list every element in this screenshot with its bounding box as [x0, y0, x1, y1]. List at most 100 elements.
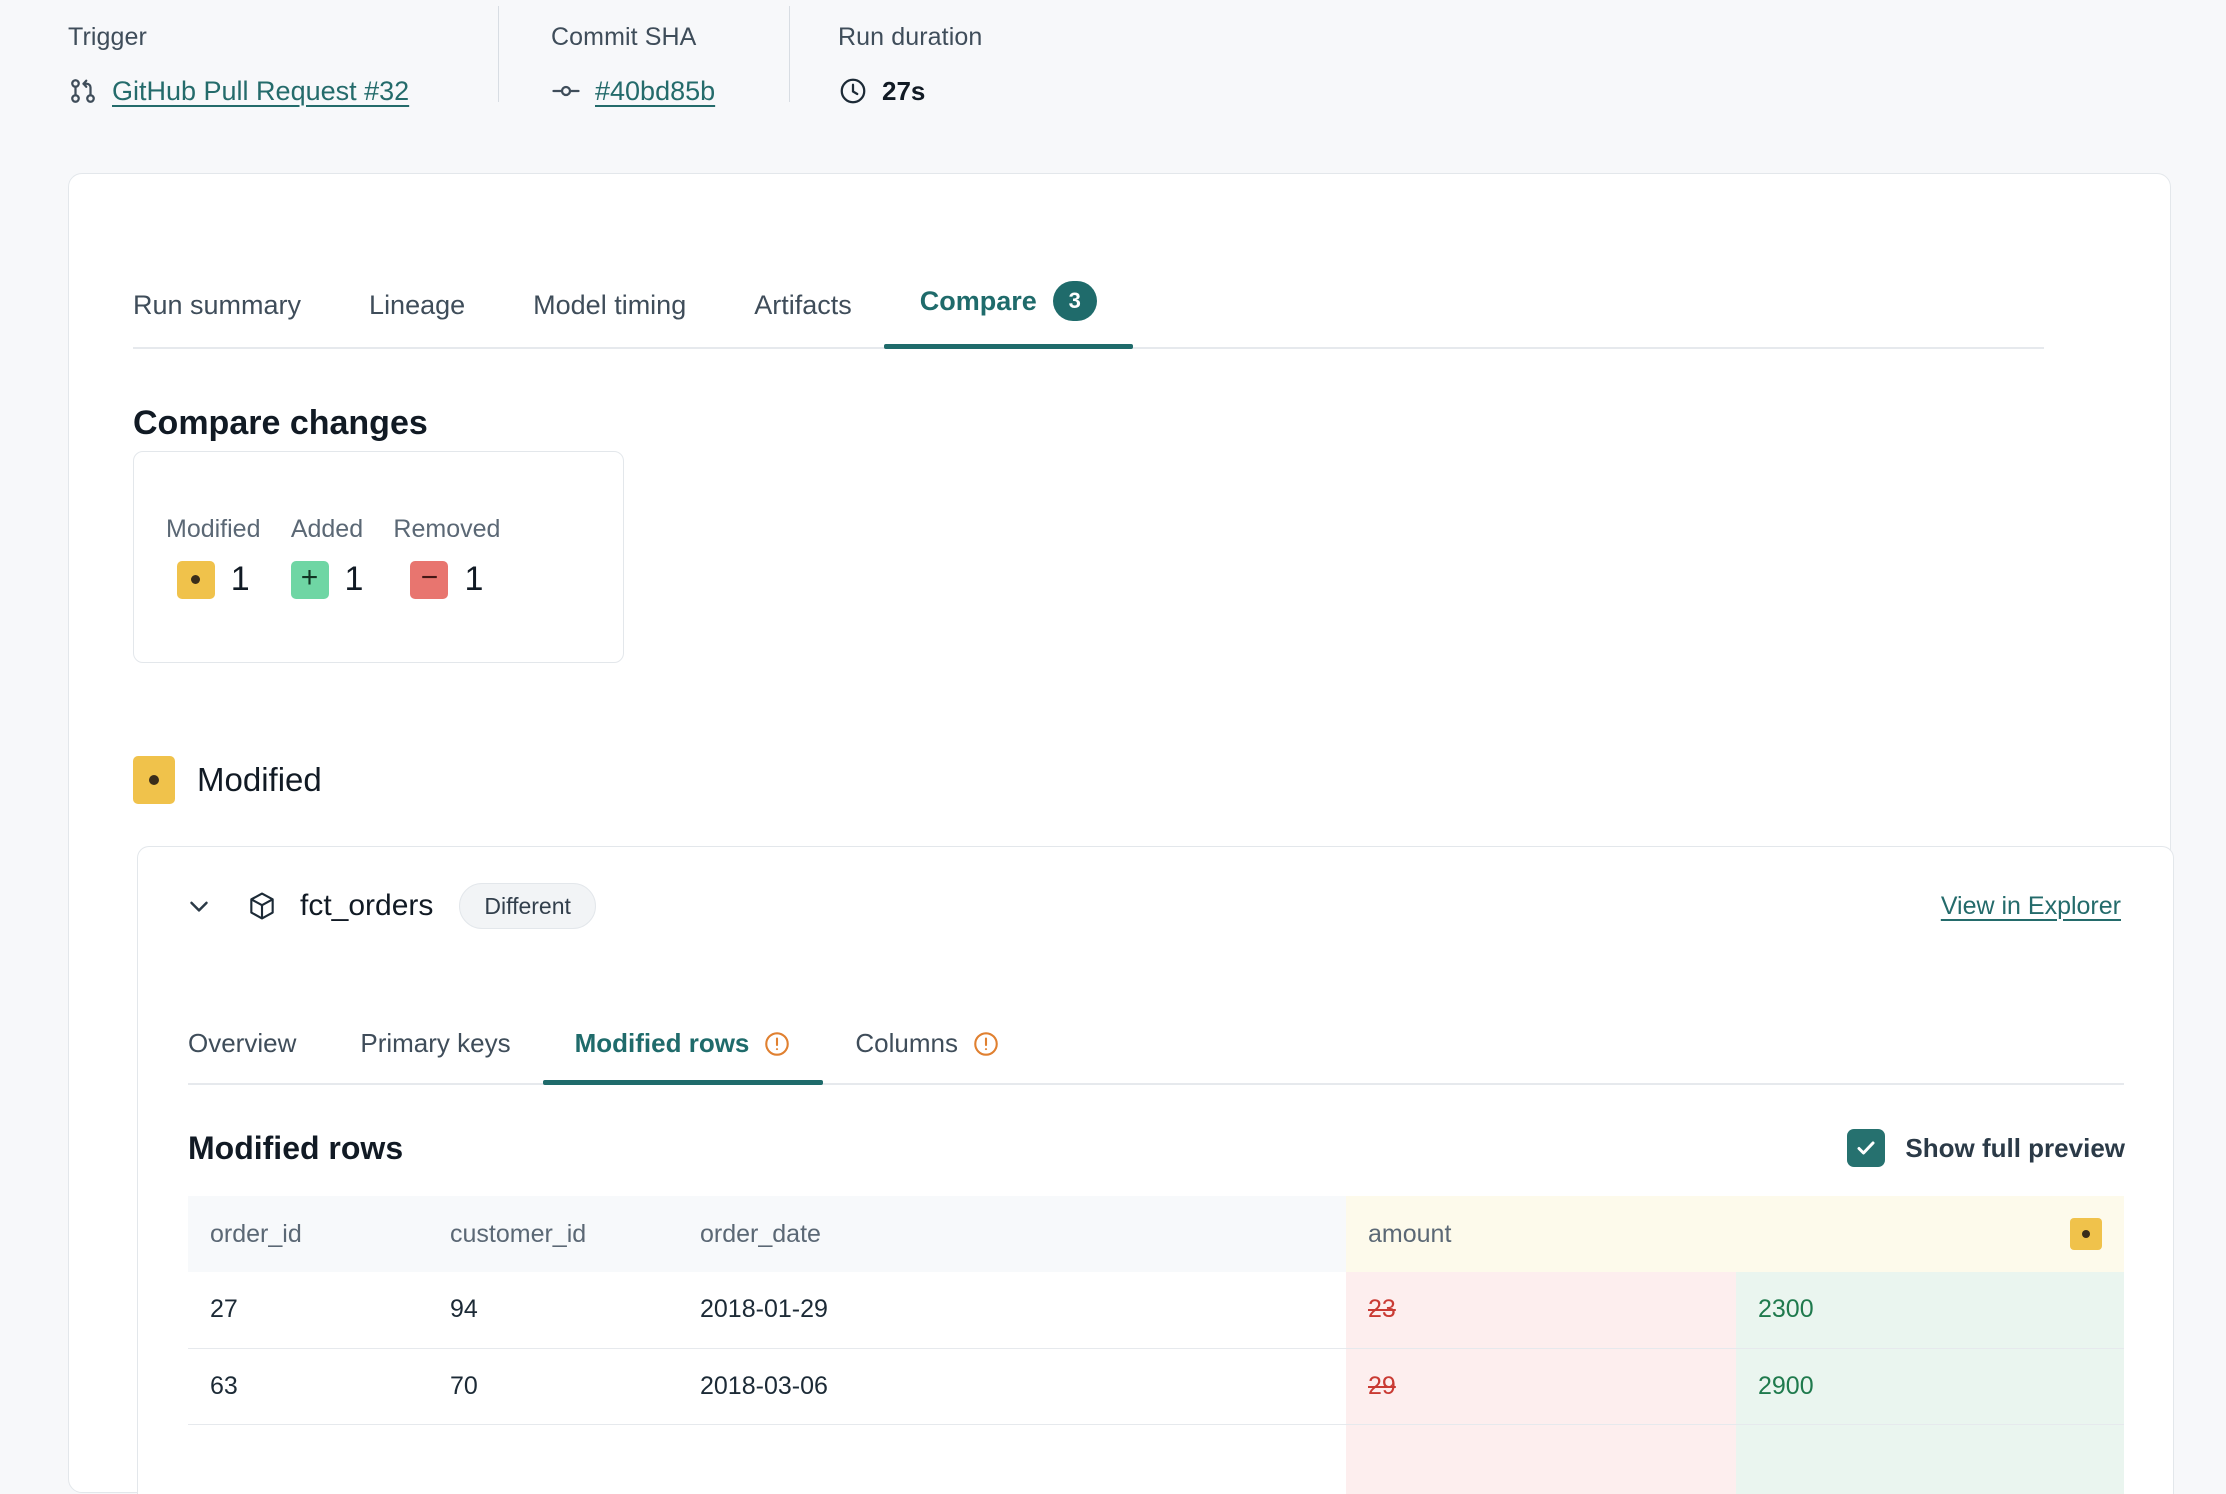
tab-overview[interactable]: Overview [188, 1028, 296, 1083]
cell-order-date: 2018-03-06 [678, 1348, 1346, 1424]
summary-removed-count: 1 [464, 560, 483, 599]
model-detail-tabs: Overview Primary keys Modified rows Colu… [188, 1007, 2124, 1085]
modified-marker-icon [133, 756, 175, 804]
table-row[interactable] [188, 1424, 2124, 1494]
modified-section-label: Modified [197, 761, 322, 799]
duration-text: 27s [882, 74, 925, 108]
plus-icon: + [301, 563, 319, 593]
cell-customer-id: 94 [428, 1272, 678, 1348]
cell-amount-old [1346, 1424, 1736, 1494]
tab-columns[interactable]: Columns [855, 1028, 1000, 1083]
modified-section-heading: Modified [133, 756, 322, 804]
cell-order-id: 27 [188, 1272, 428, 1348]
cell-amount-new: 2300 [1736, 1272, 2124, 1348]
alert-circle-icon [763, 1030, 791, 1058]
run-meta-strip: Trigger GitHub Pull Request #32 Commit S… [0, 0, 2226, 150]
added-chip-icon: + [291, 561, 329, 599]
col-order-date[interactable]: order_date [678, 1196, 1346, 1272]
tab-run-summary-label: Run summary [133, 290, 301, 321]
tab-artifacts-label: Artifacts [754, 290, 852, 321]
table-header: order_id customer_id order_date amount [188, 1196, 2124, 1272]
show-full-preview-toggle[interactable]: Show full preview [1847, 1129, 2125, 1167]
modified-rows-title: Modified rows [188, 1130, 403, 1167]
show-full-preview-label: Show full preview [1905, 1133, 2125, 1164]
tab-artifacts[interactable]: Artifacts [754, 290, 852, 347]
summary-added-label: Added [291, 515, 363, 544]
col-amount[interactable]: amount [1346, 1196, 1736, 1272]
summary-removed-label: Removed [393, 515, 500, 544]
run-detail-card: Run summary Lineage Model timing Artifac… [68, 173, 2171, 1493]
summary-added-count: 1 [345, 560, 364, 599]
tab-compare-badge: 3 [1053, 281, 1097, 321]
table-body: 27 94 2018-01-29 23 2300 63 70 2018-03-0… [188, 1272, 2124, 1494]
run-tabs: Run summary Lineage Model timing Artifac… [133, 269, 2044, 349]
change-summary-box: Modified 1 Added + 1 Removed − 1 [133, 451, 624, 663]
cell-order-date: 2018-01-29 [678, 1272, 1346, 1348]
tab-model-timing-label: Model timing [533, 290, 686, 321]
view-in-explorer-link[interactable]: View in Explorer [1941, 892, 2121, 921]
old-value: 23 [1368, 1295, 1396, 1323]
cell-order-date [678, 1424, 1346, 1494]
tab-model-timing[interactable]: Model timing [533, 290, 686, 347]
trigger-link[interactable]: GitHub Pull Request #32 [112, 74, 409, 108]
tab-primary-keys-label: Primary keys [360, 1028, 510, 1059]
cell-amount-old: 29 [1346, 1348, 1736, 1424]
old-value: 29 [1368, 1372, 1396, 1400]
clock-icon [838, 76, 868, 106]
tab-primary-keys[interactable]: Primary keys [360, 1028, 510, 1083]
page-title: Compare changes [133, 404, 428, 443]
col-customer-id[interactable]: customer_id [428, 1196, 678, 1272]
tab-modified-rows[interactable]: Modified rows [575, 1028, 792, 1083]
tab-compare-label: Compare [920, 286, 1037, 317]
commit-label: Commit SHA [551, 22, 789, 52]
alert-circle-icon-columns [972, 1030, 1000, 1058]
summary-removed: Removed − 1 [393, 515, 500, 599]
cell-customer-id: 70 [428, 1348, 678, 1424]
summary-modified-label: Modified [166, 515, 261, 544]
git-pull-request-icon [68, 76, 98, 106]
cell-customer-id [428, 1424, 678, 1494]
trigger-block: Trigger GitHub Pull Request #32 [68, 0, 498, 128]
tab-modified-rows-label: Modified rows [575, 1028, 750, 1059]
model-cube-icon [246, 890, 278, 922]
summary-modified: Modified 1 [166, 515, 261, 599]
model-compare-card: fct_orders Different View in Explorer Ov… [137, 846, 2174, 1494]
duration-block: Run duration 27s [790, 0, 1110, 128]
cell-amount-new [1736, 1424, 2124, 1494]
commit-value: #40bd85b [551, 74, 789, 108]
trigger-value: GitHub Pull Request #32 [68, 74, 498, 108]
commit-block: Commit SHA #40bd85b [499, 0, 789, 128]
table-row[interactable]: 27 94 2018-01-29 23 2300 [188, 1272, 2124, 1348]
removed-chip-icon: − [410, 561, 448, 599]
modified-column-marker-icon [2070, 1218, 2102, 1250]
model-name: fct_orders [300, 889, 433, 923]
git-commit-icon [551, 76, 581, 106]
checkbox-checked-icon[interactable] [1847, 1129, 1885, 1167]
commit-sha-link[interactable]: #40bd85b [595, 74, 715, 108]
tab-lineage[interactable]: Lineage [369, 290, 465, 347]
trigger-label: Trigger [68, 22, 498, 52]
cell-order-id [188, 1424, 428, 1494]
tab-compare[interactable]: Compare 3 [920, 281, 1097, 347]
cell-amount-old: 23 [1346, 1272, 1736, 1348]
duration-value: 27s [838, 74, 1110, 108]
col-order-id[interactable]: order_id [188, 1196, 428, 1272]
tab-lineage-label: Lineage [369, 290, 465, 321]
tab-run-summary[interactable]: Run summary [133, 290, 301, 347]
chevron-down-icon[interactable] [182, 889, 216, 923]
table-header-row: order_id customer_id order_date amount [188, 1196, 2124, 1272]
model-card-header: fct_orders Different View in Explorer [138, 847, 2173, 965]
tab-overview-label: Overview [188, 1028, 296, 1059]
status-badge: Different [459, 883, 596, 929]
modified-rows-table: order_id customer_id order_date amount 2… [188, 1196, 2124, 1494]
summary-modified-count: 1 [231, 560, 250, 599]
col-amount-marker-cell [1736, 1196, 2124, 1272]
tab-columns-label: Columns [855, 1028, 958, 1059]
duration-label: Run duration [838, 22, 1110, 52]
cell-amount-new: 2900 [1736, 1348, 2124, 1424]
table-row[interactable]: 63 70 2018-03-06 29 2900 [188, 1348, 2124, 1424]
modified-chip-icon [177, 561, 215, 599]
summary-added: Added + 1 [291, 515, 364, 599]
minus-icon: − [421, 563, 439, 593]
cell-order-id: 63 [188, 1348, 428, 1424]
